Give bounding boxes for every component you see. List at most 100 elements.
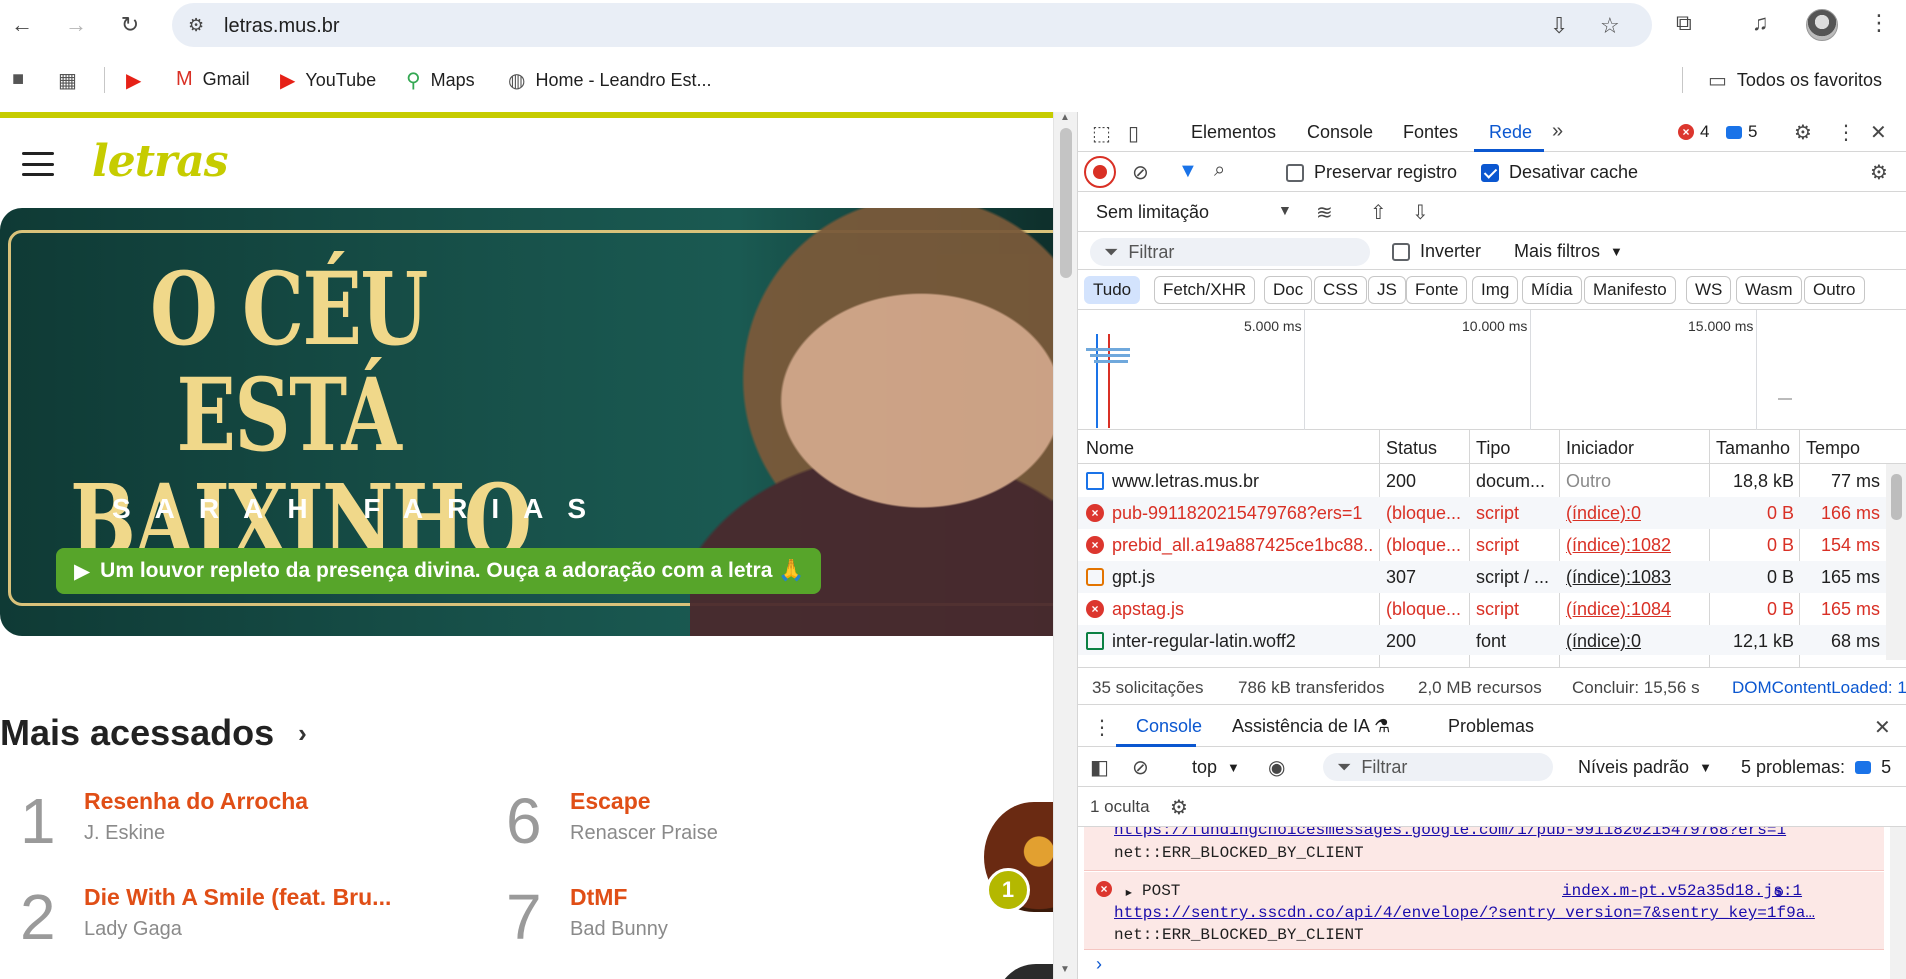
devtools-menu-icon[interactable]: ⋮ <box>1836 120 1856 145</box>
filter-chip-manifest[interactable]: Manifesto <box>1584 276 1676 304</box>
table-row[interactable]: × apstag.js (bloque... script (índice):1… <box>1078 593 1886 625</box>
song-item[interactable]: 2 Die With A Smile (feat. Bru... Lady Ga… <box>20 880 460 960</box>
eye-icon[interactable]: ◉ <box>1268 755 1285 780</box>
song-artist[interactable]: Lady Gaga <box>84 918 182 941</box>
forward-arrow-icon[interactable]: → <box>60 9 92 41</box>
song-title[interactable]: Resenha do Arrocha <box>84 788 308 815</box>
profile-avatar[interactable] <box>1806 9 1838 41</box>
network-settings-icon[interactable]: ⚙ <box>1870 160 1888 185</box>
filter-chip-doc[interactable]: Doc <box>1264 276 1313 304</box>
bookmark-home[interactable]: ◍ Home - Leandro Est... <box>508 68 712 93</box>
filter-chip-fetch[interactable]: Fetch/XHR <box>1154 276 1256 304</box>
table-row[interactable]: × pub-9911820215479768?ers=1 (bloque... … <box>1078 497 1886 529</box>
scrollbar-thumb[interactable] <box>1060 128 1072 278</box>
network-timeline-overview[interactable]: 5.000 ms 10.000 ms 15.000 ms <box>1078 310 1906 430</box>
console-prompt-chevron-icon[interactable]: › <box>1096 954 1102 975</box>
import-har-icon[interactable]: ⇧ <box>1370 200 1387 225</box>
console-error-message[interactable]: × ▸ POST index.m-pt.v52a35d18.js:1 ⊕ htt… <box>1084 872 1884 950</box>
install-app-icon[interactable]: ⇩ <box>1550 13 1568 39</box>
filter-chip-ws[interactable]: WS <box>1686 276 1732 304</box>
filter-chip-all[interactable]: Tudo <box>1084 276 1141 304</box>
drawer-tab-console[interactable]: Console <box>1136 716 1202 737</box>
source-link[interactable]: index.m-pt.v52a35d18.js:1 <box>1562 882 1802 900</box>
browser-menu-icon[interactable]: ⋮ <box>1868 10 1890 36</box>
artist-thumbnail[interactable] <box>996 964 1053 979</box>
problems-button[interactable]: 5 problemas: 5 <box>1741 757 1891 778</box>
console-error-message[interactable]: https://fundingchoicesmessages.google.co… <box>1084 827 1884 871</box>
filter-chip-js[interactable]: JS <box>1368 276 1406 304</box>
song-title[interactable]: Escape <box>570 788 651 815</box>
invert-checkbox[interactable]: Inverter <box>1392 241 1481 262</box>
reload-icon[interactable]: ↻ <box>114 9 146 41</box>
bookmark-star-icon[interactable]: ☆ <box>1600 13 1620 39</box>
column-status[interactable]: Status <box>1386 438 1437 459</box>
drawer-tab-problems[interactable]: Problemas <box>1448 716 1534 737</box>
tab-fontes[interactable]: Fontes <box>1403 122 1458 143</box>
clear-icon[interactable]: ⊘ <box>1132 160 1149 185</box>
bookmark-gmail[interactable]: M Gmail <box>176 68 250 91</box>
banner-cta-button[interactable]: ▶ Um louvor repleto da presença divina. … <box>56 548 821 594</box>
expand-triangle-icon[interactable]: ▸ <box>1124 882 1134 902</box>
column-size[interactable]: Tamanho <box>1716 438 1790 459</box>
section-title-most-accessed[interactable]: Mais acessados › <box>0 712 307 754</box>
inspect-element-icon[interactable]: ⬚ <box>1092 121 1111 146</box>
bookmark-youtube[interactable]: ▶ YouTube <box>280 68 376 93</box>
apps-grid-icon[interactable]: ▦ <box>58 68 77 93</box>
hamburger-menu-icon[interactable] <box>22 152 54 176</box>
bookmark-maps[interactable]: ⚲ Maps <box>406 68 475 93</box>
log-levels-dropdown[interactable]: Níveis padrão ▼ <box>1578 757 1712 778</box>
site-logo[interactable]: letras <box>92 136 228 187</box>
network-conditions-icon[interactable]: ≋ <box>1316 200 1333 225</box>
more-filters-dropdown[interactable]: Mais filtros ▼ <box>1514 241 1623 262</box>
clear-console-icon[interactable]: ⊘ <box>1132 755 1149 780</box>
preserve-log-checkbox[interactable]: Preservar registro <box>1286 162 1457 183</box>
song-artist[interactable]: J. Eskine <box>84 822 165 845</box>
column-name[interactable]: Nome <box>1086 438 1134 459</box>
column-time[interactable]: Tempo <box>1806 438 1860 459</box>
drawer-menu-icon[interactable]: ⋮ <box>1092 715 1112 740</box>
scroll-up-icon[interactable]: ▲ <box>1060 112 1070 123</box>
song-title[interactable]: DtMF <box>570 884 627 911</box>
disable-cache-checkbox[interactable]: Desativar cache <box>1481 162 1638 183</box>
stop-recording-button[interactable] <box>1084 156 1116 188</box>
hero-banner[interactable]: O CÉU ESTÁ BAIXINHO SARAH FARIAS ▶ Um lo… <box>0 208 1053 636</box>
url-text[interactable]: letras.mus.br <box>224 15 340 38</box>
network-request-icon[interactable]: ⊕ <box>1774 882 1784 902</box>
console-filter-input[interactable]: ⏷ Filtrar <box>1323 753 1553 781</box>
tab-search-icon[interactable]: ■ <box>12 68 24 91</box>
page-scrollbar[interactable]: ▲ ▼ <box>1053 112 1077 979</box>
tab-console[interactable]: Console <box>1307 122 1373 143</box>
console-settings-icon[interactable]: ⚙ <box>1170 795 1188 820</box>
scrollbar-thumb[interactable] <box>1891 474 1902 520</box>
bookmark-youtube-icon-only[interactable]: ▶ <box>126 68 141 93</box>
search-icon[interactable]: ⌕ <box>1214 159 1225 182</box>
song-item[interactable]: 6 Escape Renascer Praise <box>506 784 946 864</box>
filter-chip-font[interactable]: Fonte <box>1406 276 1468 304</box>
column-initiator[interactable]: Iniciador <box>1566 438 1634 459</box>
requests-scrollbar[interactable] <box>1886 464 1906 660</box>
filter-chip-media[interactable]: Mídia <box>1522 276 1582 304</box>
address-bar[interactable]: ⚙ letras.mus.br ⇩ ☆ <box>172 3 1652 47</box>
table-row[interactable]: gpt.js 307 script / ... (índice):1083 0 … <box>1078 561 1886 593</box>
sidebar-toggle-icon[interactable]: ◧ <box>1090 755 1109 780</box>
filter-chip-wasm[interactable]: Wasm <box>1736 276 1802 304</box>
song-title[interactable]: Die With A Smile (feat. Bru... <box>84 884 391 911</box>
more-tabs-icon[interactable]: » <box>1552 120 1563 143</box>
close-icon[interactable]: ✕ <box>1874 715 1891 740</box>
tab-elementos[interactable]: Elementos <box>1191 122 1276 143</box>
filter-chip-css[interactable]: CSS <box>1314 276 1367 304</box>
console-scrollbar[interactable] <box>1890 827 1906 979</box>
column-type[interactable]: Tipo <box>1476 438 1510 459</box>
settings-gear-icon[interactable]: ⚙ <box>1794 120 1812 145</box>
song-artist[interactable]: Renascer Praise <box>570 822 718 845</box>
all-bookmarks[interactable]: ▭ Todos os favoritos <box>1708 68 1882 93</box>
message-count-badge[interactable]: 5 <box>1726 122 1757 142</box>
device-toolbar-icon[interactable]: ▯ <box>1128 121 1139 146</box>
drawer-tab-ai-assistance[interactable]: Assistência de IA ⚗ <box>1232 716 1390 737</box>
back-arrow-icon[interactable]: ← <box>6 9 38 41</box>
scroll-down-icon[interactable]: ▼ <box>1060 964 1070 975</box>
song-artist[interactable]: Bad Bunny <box>570 918 668 941</box>
close-icon[interactable]: ✕ <box>1870 120 1887 145</box>
table-row[interactable]: × prebid_all.a19a887425ce1bc88... (bloqu… <box>1078 529 1886 561</box>
table-row[interactable]: www.letras.mus.br 200 docum... Outro 18,… <box>1078 465 1886 497</box>
